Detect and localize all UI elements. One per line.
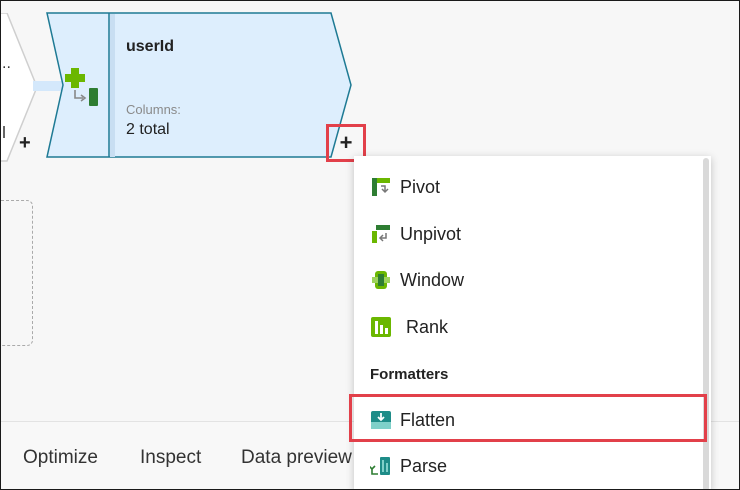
pivot-icon [370, 176, 392, 198]
menu-item-label: Pivot [400, 176, 441, 197]
unpivot-icon [370, 223, 392, 245]
flatten-highlight-box [349, 394, 707, 442]
node-columns-value: 2 total [126, 121, 170, 138]
node-columns-label: Columns: [126, 102, 181, 117]
placeholder-drop-zone [1, 200, 33, 346]
menu-item-unpivot[interactable]: Unpivot [354, 214, 699, 254]
rank-icon [370, 316, 392, 338]
menu-item-label: Parse [400, 455, 448, 476]
menu-item-window[interactable]: Window [354, 260, 699, 300]
parse-icon [368, 455, 392, 477]
previous-node-bar [3, 126, 5, 138]
menu-item-parse[interactable]: Parse [354, 446, 699, 486]
select-transform-icon [65, 66, 105, 116]
menu-section-formatters: Formatters [370, 366, 449, 383]
tab-optimize[interactable]: Optimize [23, 447, 98, 469]
previous-node-add-button[interactable]: + [19, 132, 31, 155]
node-title: userId [126, 38, 175, 55]
transform-node-userid[interactable]: userId Columns: 2 total [41, 11, 356, 163]
menu-item-label: Rank [406, 316, 449, 337]
menu-item-pivot[interactable]: Pivot [354, 167, 699, 207]
tab-data-preview[interactable]: Data preview [241, 447, 352, 469]
window-icon [370, 269, 392, 291]
app-frame: .. + userId Columns: 2 total + Optimize … [0, 0, 740, 490]
menu-item-rank[interactable]: Rank [354, 307, 699, 347]
menu-item-label: Window [400, 269, 465, 290]
menu-item-label: Unpivot [400, 223, 462, 244]
previous-node-ellipsis: .. [2, 55, 11, 72]
tab-inspect[interactable]: Inspect [140, 447, 201, 469]
